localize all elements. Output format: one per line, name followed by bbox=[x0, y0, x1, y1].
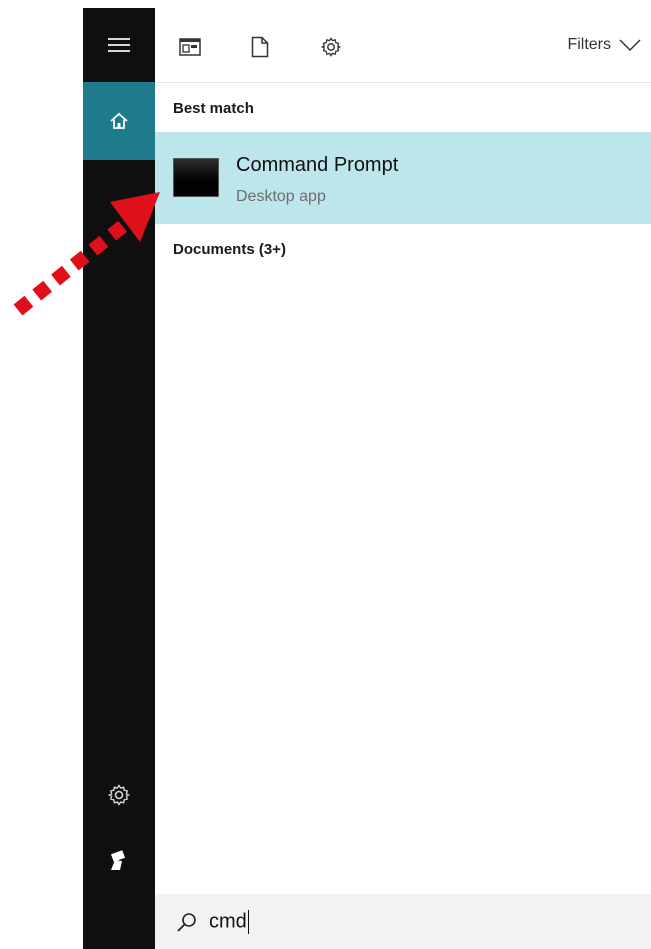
hamburger-icon bbox=[108, 38, 130, 52]
search-toolbar: Filters bbox=[155, 8, 651, 83]
menu-button[interactable] bbox=[83, 8, 155, 82]
home-button[interactable] bbox=[83, 82, 155, 160]
search-icon bbox=[177, 912, 196, 932]
search-input[interactable]: cmd bbox=[209, 909, 250, 934]
filters-label: Filters bbox=[567, 36, 611, 53]
document-icon bbox=[251, 36, 269, 58]
best-match-result[interactable]: Command Prompt Desktop app bbox=[155, 132, 651, 224]
apps-icon bbox=[179, 38, 201, 56]
apps-filter-button[interactable] bbox=[173, 30, 207, 64]
filters-dropdown[interactable]: Filters bbox=[567, 36, 641, 54]
home-icon bbox=[110, 112, 128, 129]
user-icon bbox=[110, 850, 126, 870]
result-subtitle: Desktop app bbox=[236, 188, 326, 205]
search-box[interactable]: cmd bbox=[155, 894, 651, 949]
result-title: Command Prompt bbox=[236, 154, 399, 176]
annotation-arrow bbox=[13, 192, 160, 316]
settings-filter-button[interactable] bbox=[314, 30, 348, 64]
search-pane: Filters Best match Command Prompt Deskto… bbox=[155, 8, 651, 949]
command-prompt-icon bbox=[173, 158, 219, 197]
text-caret bbox=[247, 909, 250, 934]
documents-header[interactable]: Documents (3+) bbox=[173, 241, 286, 258]
settings-button[interactable] bbox=[83, 764, 155, 826]
start-rail bbox=[83, 8, 155, 949]
chevron-down-icon bbox=[619, 39, 641, 52]
documents-filter-button[interactable] bbox=[243, 30, 277, 64]
user-button[interactable] bbox=[83, 826, 155, 894]
best-match-header: Best match bbox=[173, 100, 254, 117]
settings-icon bbox=[320, 37, 342, 57]
settings-icon bbox=[107, 784, 131, 806]
